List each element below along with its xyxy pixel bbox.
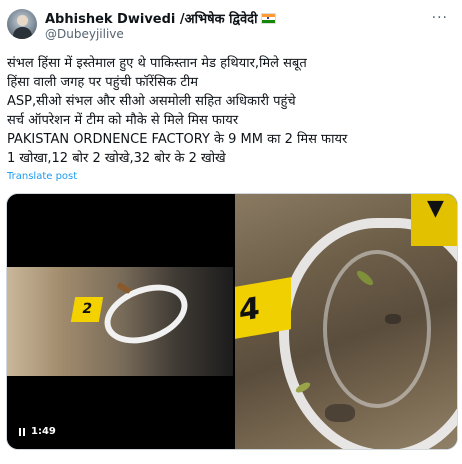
author-row: Abhishek Dwivedi /अभिषेक द्विवेदी [45, 9, 277, 27]
arrow-marker: ▼ [411, 194, 457, 246]
post-line: 1 खोखा,12 बोर 2 खोखे,32 बोर के 2 खोखे [7, 151, 226, 166]
evidence-marker: 4 [235, 277, 291, 339]
post-line: संभल हिंसा में इस्तेमाल हुए थे पाकिस्तान… [7, 56, 307, 71]
india-flag-icon [261, 12, 277, 24]
video-duration: 1:49 [31, 426, 56, 437]
post-line: ASP,सीओ संभल और सीओ असमोली सहित अधिकारी … [7, 94, 296, 109]
post-text: संभल हिंसा में इस्तेमाल हुए थे पाकिस्तान… [7, 54, 457, 168]
more-options-icon[interactable]: ··· [432, 10, 448, 26]
video-controls: 1:49 [19, 426, 56, 437]
stone [325, 404, 355, 422]
video-thumbnail: 2 [7, 267, 233, 376]
post-line: हिंसा वाली जगह पर पहुंची फॉरेंसिक टीम [7, 75, 199, 90]
translate-post-link[interactable]: Translate post [7, 171, 77, 182]
chalk-circle [96, 273, 196, 355]
media-grid: 2 1:49 4 ▼ [6, 193, 458, 450]
chalk-outline-inner [323, 250, 431, 408]
post-line: सर्च ऑपरेशन में टीम को मौके से मिले मिस … [7, 113, 239, 128]
evidence-marker: 2 [70, 297, 104, 322]
stone [385, 314, 401, 324]
avatar[interactable] [7, 9, 37, 39]
video-player[interactable]: 2 1:49 [7, 194, 233, 449]
evidence-photo[interactable]: 4 ▼ [235, 194, 457, 449]
pause-icon[interactable] [19, 427, 25, 436]
author-handle[interactable]: @Dubeyjilive [45, 27, 124, 41]
cartridge-shell [116, 281, 132, 295]
post-line: PAKISTAN ORDNENCE FACTORY के 9 MM का 2 म… [7, 132, 348, 147]
tweet-card: Abhishek Dwivedi /अभिषेक द्विवेदी @Dubey… [0, 0, 462, 464]
author-name[interactable]: Abhishek Dwivedi /अभिषेक द्विवेदी [45, 9, 257, 27]
arrow-down-icon: ▼ [427, 196, 444, 221]
